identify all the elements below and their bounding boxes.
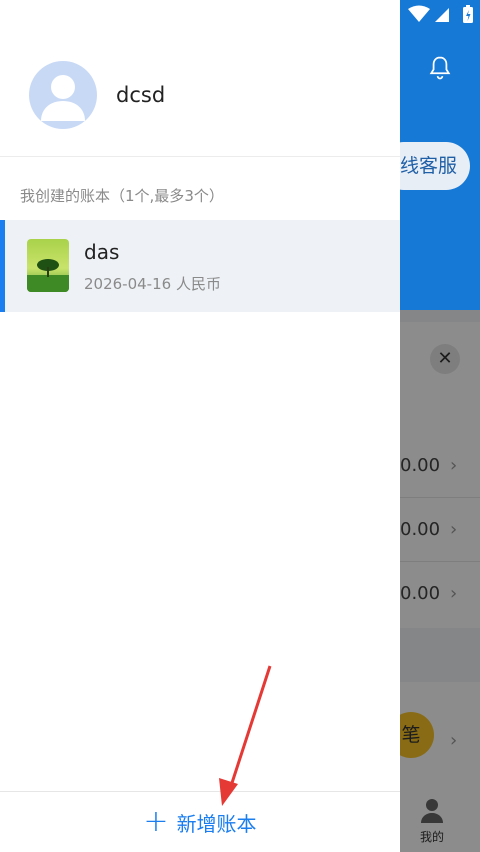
avatar[interactable] [29,61,97,129]
status-bar [408,5,473,23]
signal-icon [435,8,449,22]
default-avatar-icon [41,75,85,121]
account-book-item[interactable]: das 2026-04-16 人民币 [0,220,400,312]
add-account-book-button[interactable]: + 新增账本 [100,800,300,844]
book-meta: 2026-04-16 人民币 [84,275,221,293]
book-name: das [84,240,120,264]
username: dcsd [116,83,166,107]
drawer-scrim[interactable] [400,310,480,852]
section-title: 我创建的账本（1个,最多3个） [20,187,224,205]
add-book-label: 新增账本 [176,811,257,836]
plus-icon: + [143,804,169,839]
book-cover-image [27,239,69,292]
divider [0,156,400,157]
battery-icon [463,5,473,23]
account-book-drawer: dcsd 我创建的账本（1个,最多3个） das 2026-04-16 人民币 … [0,0,400,852]
wifi-icon [408,5,430,22]
bottom-divider [0,791,400,792]
selected-indicator [0,220,5,312]
bell-icon[interactable] [426,54,454,82]
